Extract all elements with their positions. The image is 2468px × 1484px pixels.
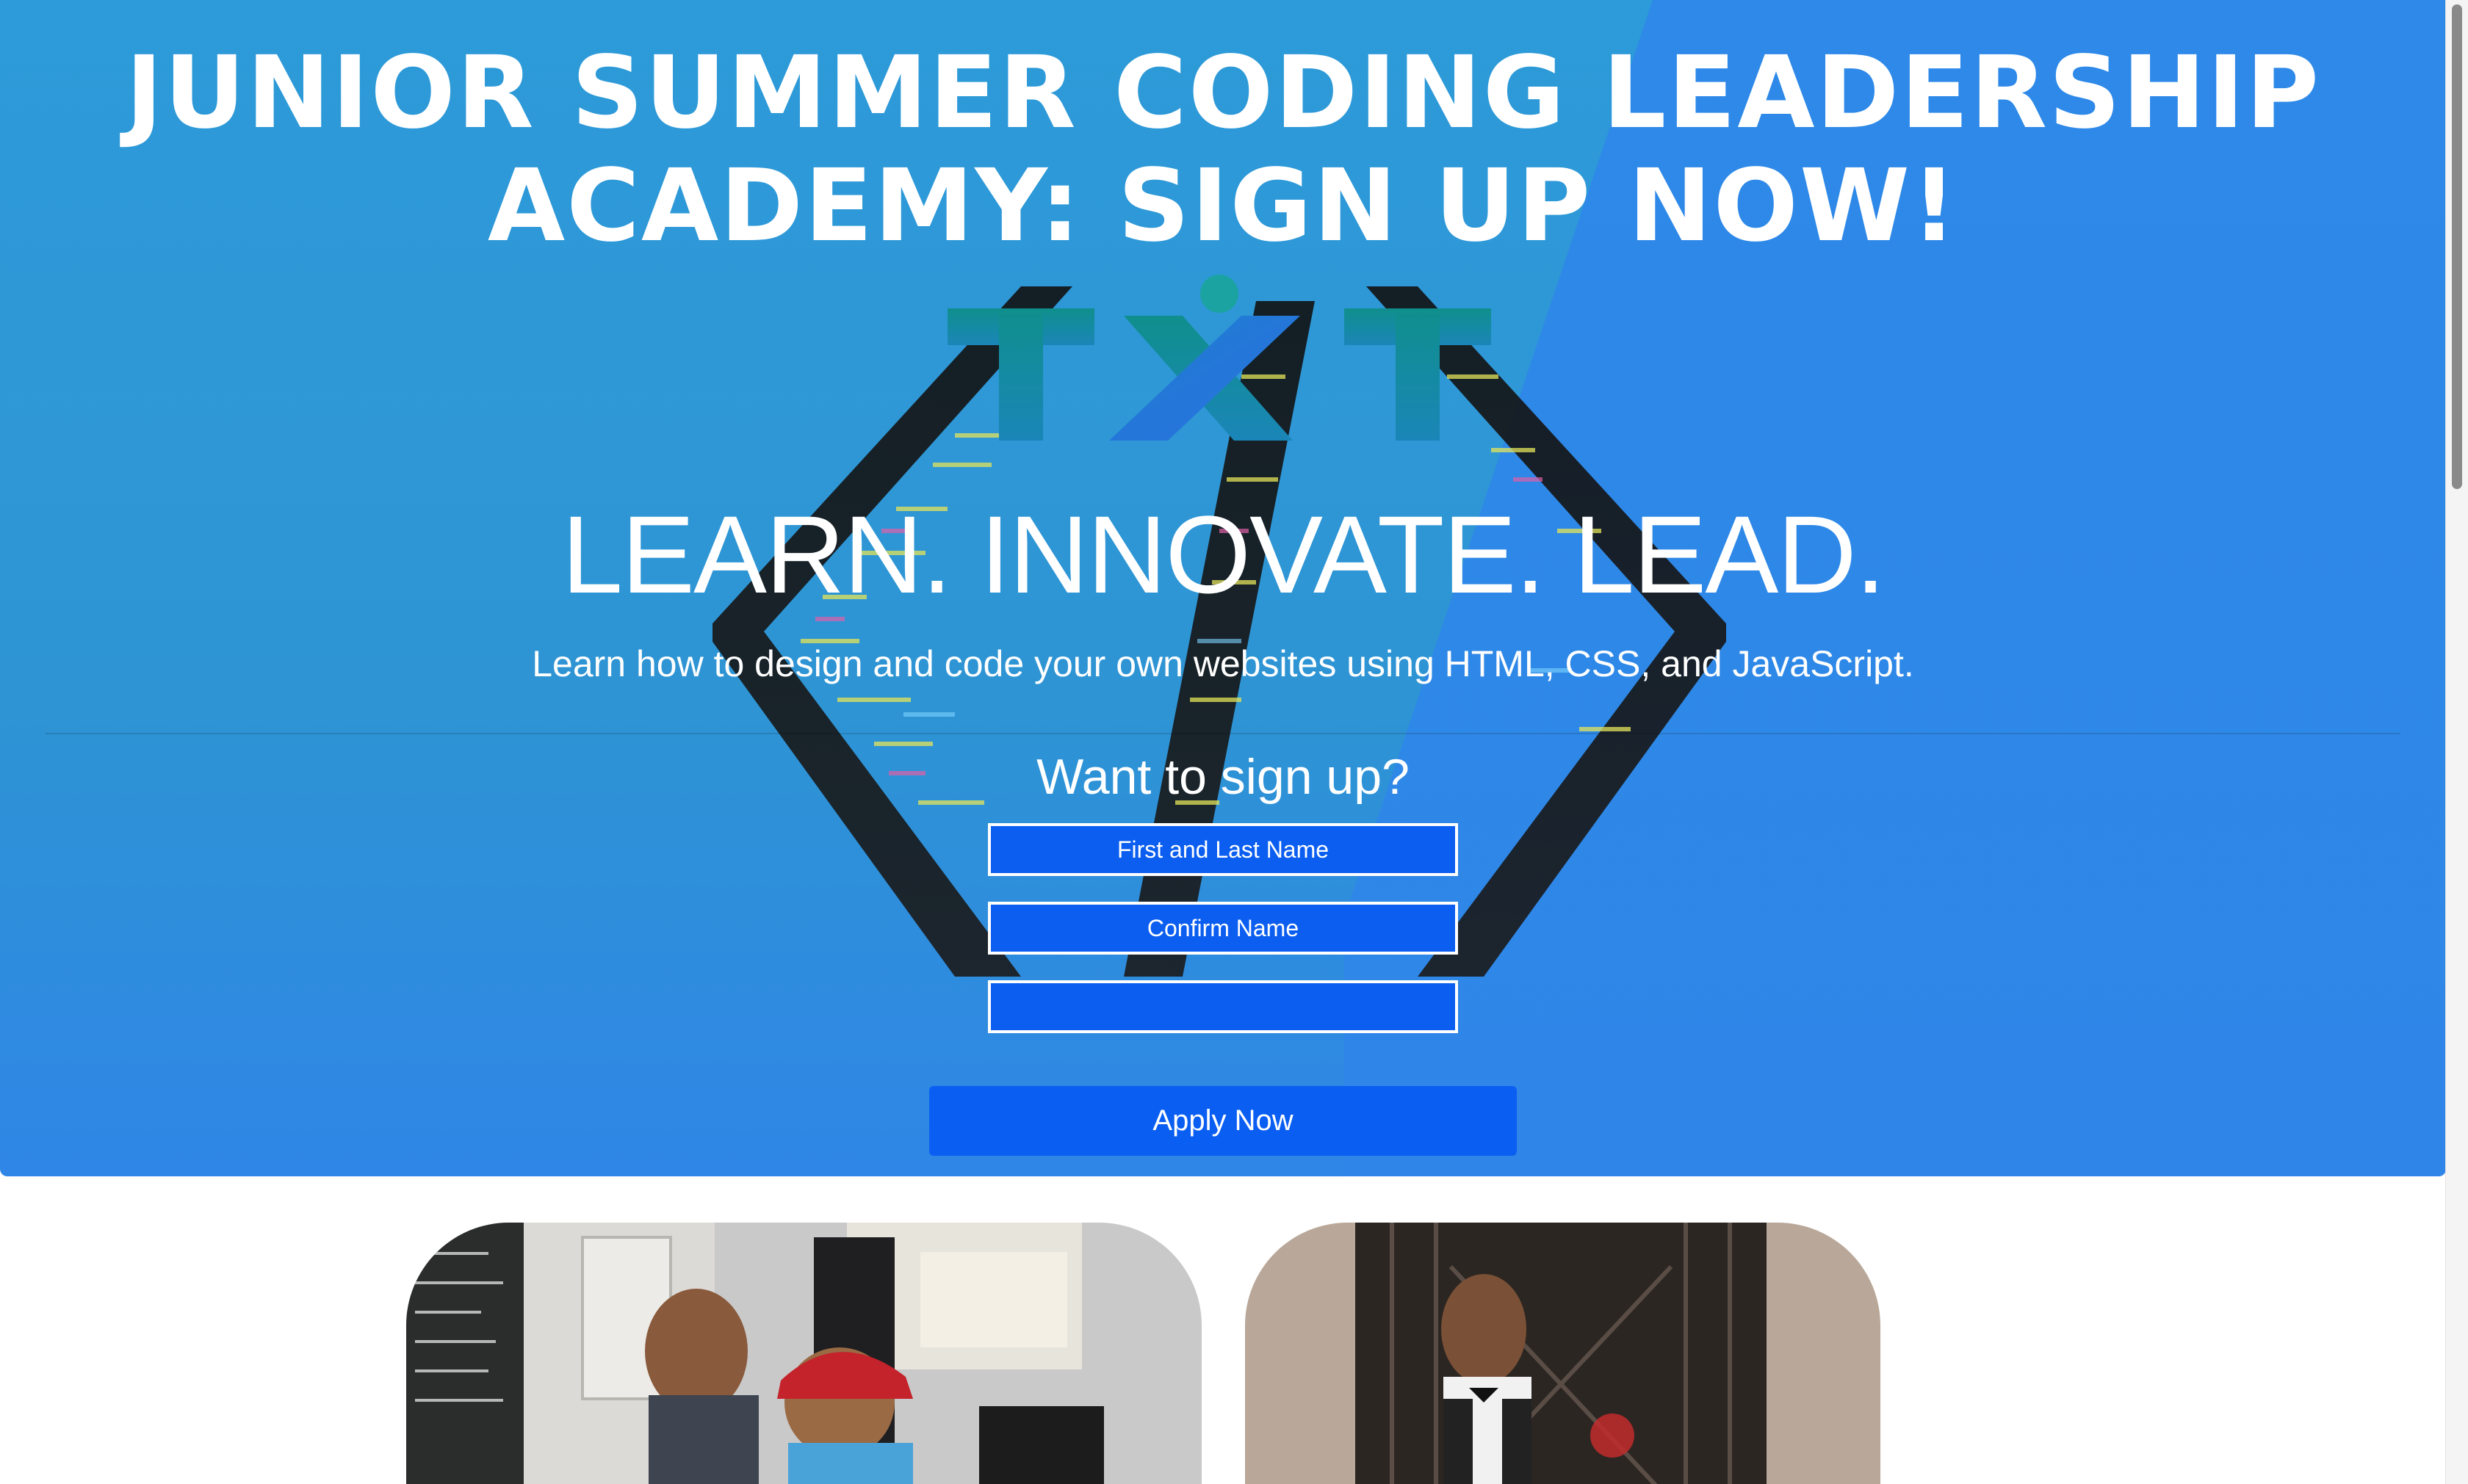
student-portrait-photo <box>1245 1223 1880 1484</box>
vertical-scrollbar[interactable] <box>2445 0 2468 1484</box>
students-coding-photo <box>406 1223 1202 1484</box>
apply-now-button[interactable]: Apply Now <box>929 1086 1517 1156</box>
hero-banner: JUNIOR SUMMER CODING LEADERSHIP ACADEMY:… <box>0 0 2446 1176</box>
students-coding-photo-image <box>406 1223 1202 1484</box>
third-field[interactable] <box>988 980 1458 1033</box>
signup-heading: Want to sign up? <box>1036 749 1410 805</box>
student-portrait-photo-image <box>1245 1223 1880 1484</box>
full-name-field[interactable] <box>988 823 1458 876</box>
section-divider <box>46 733 2400 734</box>
page: JUNIOR SUMMER CODING LEADERSHIP ACADEMY:… <box>0 0 2468 1484</box>
page-title: JUNIOR SUMMER CODING LEADERSHIP ACADEMY:… <box>125 35 2321 264</box>
scrollbar-thumb[interactable] <box>2452 4 2462 489</box>
confirm-name-field[interactable] <box>988 902 1458 955</box>
hero-tagline: LEARN. INNOVATE. LEAD. <box>561 493 1886 616</box>
hero-subtitle: Learn how to design and code your own we… <box>532 643 1914 684</box>
txt-logo-icon <box>948 275 1491 441</box>
